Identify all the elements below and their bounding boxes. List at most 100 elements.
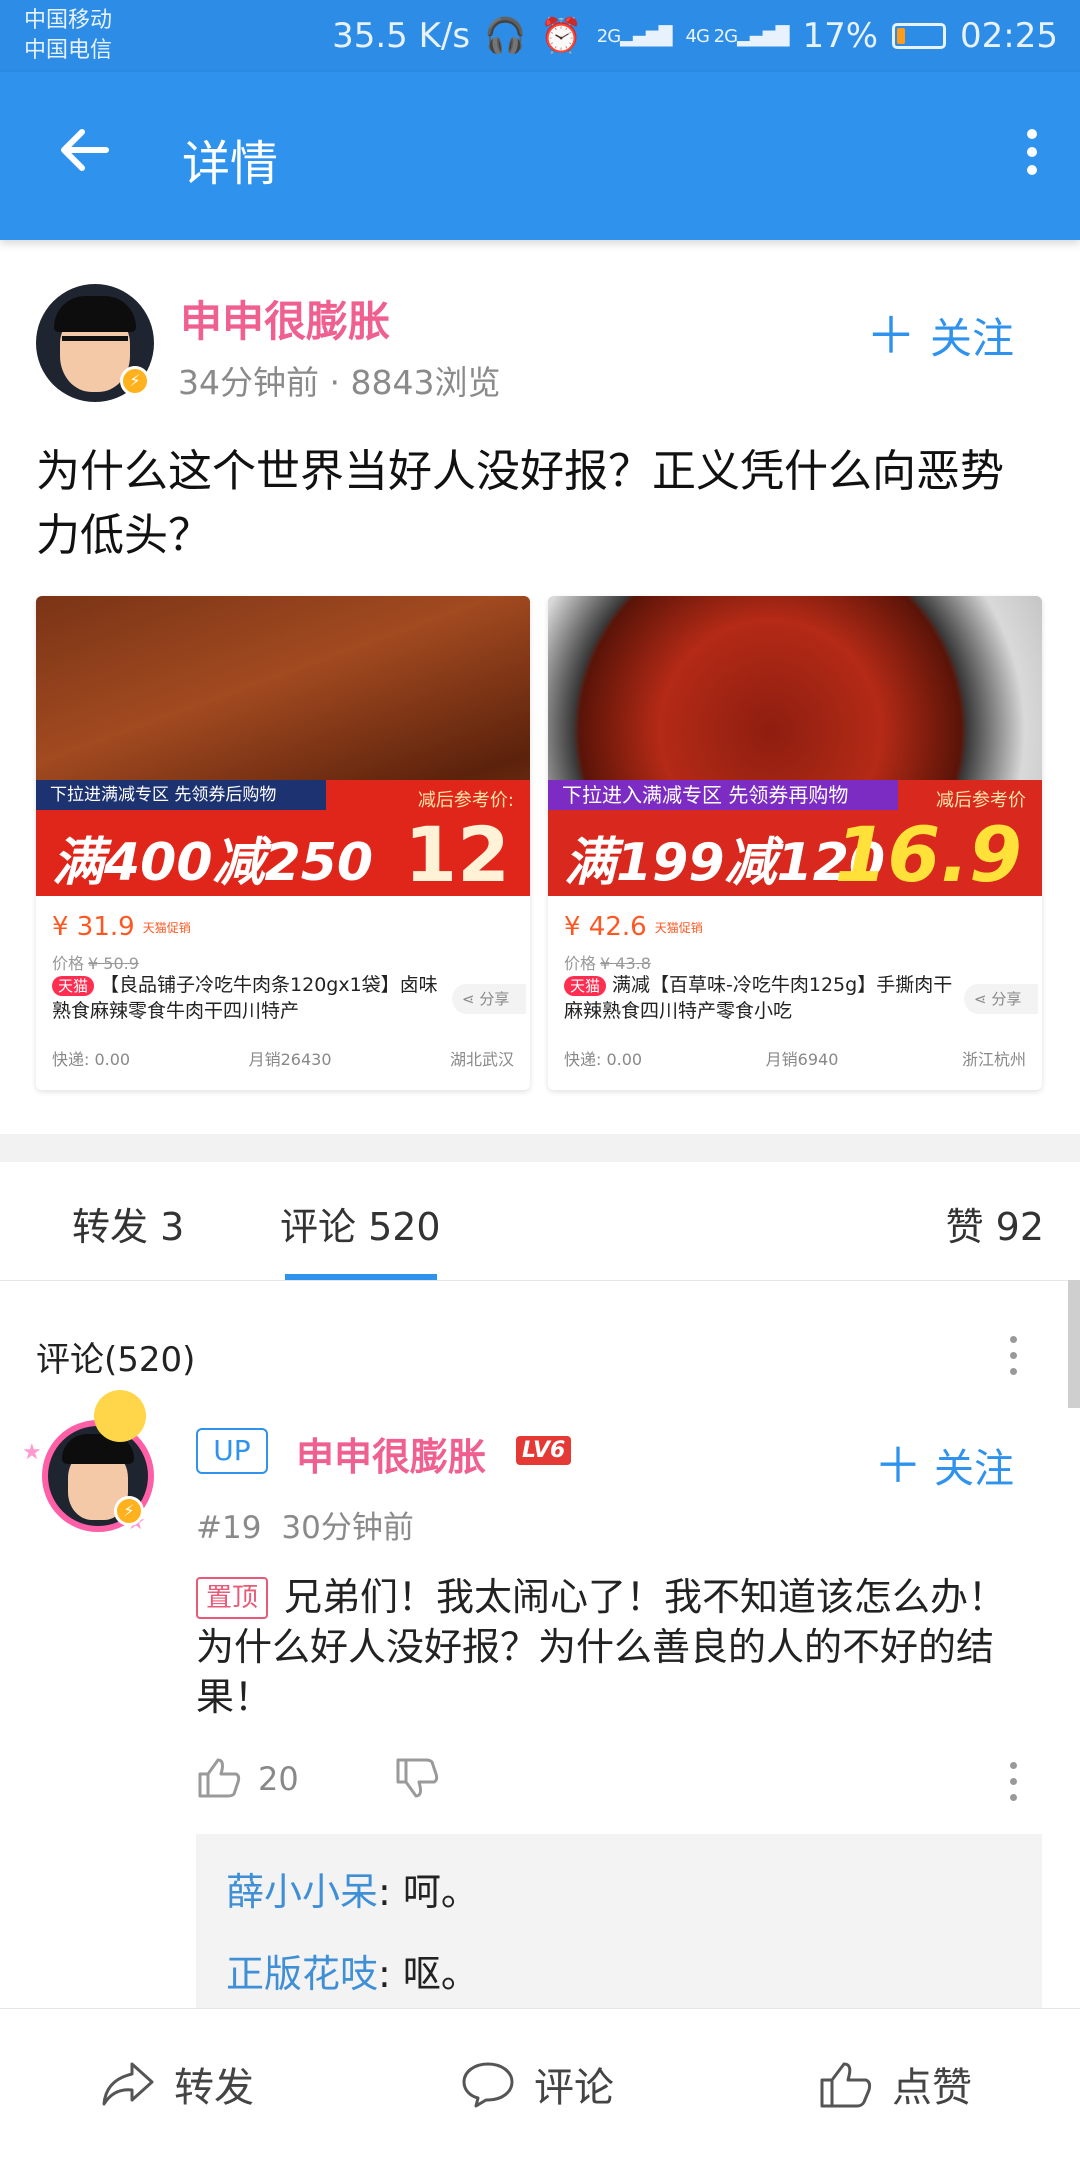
share-arrow-icon [102, 2062, 154, 2106]
post-author-name[interactable]: 申申很膨胀 [180, 288, 390, 349]
comment-meta: #19 30分钟前 [196, 1502, 414, 1547]
scrollbar[interactable] [1068, 1280, 1080, 1408]
lightning-badge-icon: ⚡ [120, 366, 150, 396]
post-title: 为什么这个世界当好人没好报？正义凭什么向恶势力低头？ [36, 446, 1004, 561]
plus-icon: ＋ [865, 307, 916, 365]
comment-like-count: 20 [258, 1760, 299, 1798]
status-bar: 中国移动 中国电信 35.5 K/s 🎧 ⏰ 2G▂▄▆█ 4G 2G▂▄▆█ … [0, 0, 1080, 72]
share-button[interactable]: ⋖ 分享 [452, 984, 526, 1014]
product-description: 天猫 满减【百草味-冷吃牛肉125g】手撕肉干麻辣熟食四川特产零食小吃 [564, 974, 953, 1022]
tmall-tag: 天猫 [564, 976, 607, 996]
promo-headline: 满400减250 [52, 833, 374, 893]
commenter-avatar[interactable]: ★ ★ ⚡ [14, 1390, 164, 1540]
product-image: 下拉进入满减专区 先领券再购物 满199减120 减后参考价 16.9 [548, 596, 1042, 899]
network-speed: 35.5 K/s [332, 16, 471, 56]
product-footer: 快递: 0.00 月销6940 浙江杭州 [564, 1046, 1026, 1070]
level-badge: LV6 [516, 1436, 572, 1465]
app-bar: 详情 [0, 72, 1080, 240]
battery-percent: 17% [802, 16, 879, 56]
reply-item[interactable]: 薛小小呆: 呵。 [226, 1866, 1012, 1918]
comment-follow-button[interactable]: ＋ 关注 [874, 1426, 1014, 1496]
thumb-down-icon[interactable] [394, 1758, 440, 1800]
reply-text: : 呕。 [378, 1952, 479, 1996]
monthly-sales: 月销26430 [248, 1050, 332, 1069]
speech-bubble-icon [462, 2062, 514, 2108]
promo-banner: 下拉进满减专区 先领券后购物 满400减250 减后参考价: 12 [36, 780, 530, 899]
promo-subtitle: 下拉进满减专区 先领券后购物 [36, 780, 326, 810]
pinned-tag: 置顶 [196, 1577, 269, 1619]
tab-comment[interactable]: 评论 520 [280, 1196, 441, 1251]
comments-more-icon[interactable] [1008, 1336, 1018, 1376]
up-tag: UP [196, 1428, 268, 1474]
signal-icon-2: 4G 2G▂▄▆█ [685, 25, 790, 47]
post-meta: 34分钟前 · 8843浏览 [178, 363, 501, 402]
forward-button[interactable]: 转发 [100, 2055, 254, 2113]
tab-forward[interactable]: 转发 3 [72, 1196, 184, 1251]
shipping-fee: 快递: 0.00 [52, 1050, 131, 1069]
product-image: 下拉进满减专区 先领券后购物 满400减250 减后参考价: 12 [36, 596, 530, 899]
comment-body: 置顶 兄弟们！我太闹心了！我不知道该怎么办！为什么好人没好报？为什么善良的人的不好… [196, 1572, 1042, 1722]
star-icon: ★ [22, 1440, 42, 1465]
like-label: 点赞 [892, 2065, 972, 2111]
product-description: 天猫 【良品铺子冷吃牛肉条120gx1袋】卤味熟食麻辣零食牛肉干四川特产 [52, 974, 438, 1022]
headphone-icon: 🎧 [484, 16, 527, 56]
comment-more-icon[interactable] [1008, 1762, 1018, 1802]
promo-subtitle: 下拉进入满减专区 先领券再购物 [548, 780, 898, 810]
comments-header: 评论(520) [36, 1340, 196, 1380]
share-button[interactable]: ⋖ 分享 [964, 984, 1038, 1014]
carrier-info: 中国移动 中国电信 [24, 6, 112, 66]
carrier-1: 中国移动 [24, 8, 113, 33]
follow-label: 关注 [934, 1446, 1014, 1492]
comment-text: 兄弟们！我太闹心了！我不知道该怎么办！为什么好人没好报？为什么善良的人的不好的结… [196, 1575, 1007, 1719]
promo-price: 12 [404, 810, 510, 899]
thumb-up-icon [820, 2062, 872, 2108]
product-price: ¥ 31.9 天猫促销 [52, 912, 191, 942]
comment-floor: #19 [196, 1510, 262, 1546]
thumb-up-icon[interactable] [196, 1756, 242, 1798]
follow-label: 关注 [929, 314, 1014, 363]
follow-button[interactable]: ＋ 关注 [866, 296, 1014, 368]
promo-price: 16.9 [834, 810, 1022, 899]
comment-label: 评论 [534, 2065, 614, 2111]
forward-label: 转发 [174, 2065, 254, 2111]
status-indicators: 35.5 K/s 🎧 ⏰ 2G▂▄▆█ 4G 2G▂▄▆█ 17% 02:25 [332, 16, 1058, 56]
comment-time: 30分钟前 [281, 1510, 414, 1546]
reply-author[interactable]: 正版花吱 [226, 1952, 378, 1996]
promo-banner: 下拉进入满减专区 先领券再购物 满199减120 减后参考价 16.9 [548, 780, 1042, 899]
original-price: 价格 ¥ 50.9 [52, 954, 139, 973]
comment-button[interactable]: 评论 [460, 2055, 614, 2113]
battery-icon [892, 23, 947, 49]
reply-text: : 呵。 [378, 1870, 479, 1914]
shipping-fee: 快递: 0.00 [564, 1050, 643, 1069]
more-vertical-icon[interactable] [1024, 128, 1040, 176]
like-button[interactable]: 点赞 [818, 2055, 972, 2113]
bottom-action-bar: 转发 评论 点赞 [0, 2008, 1080, 2160]
reply-author[interactable]: 薛小小呆 [226, 1870, 378, 1914]
commenter-name[interactable]: 申申很膨胀 [296, 1426, 486, 1481]
back-arrow-icon[interactable] [56, 122, 112, 178]
promo-ref-label: 减后参考价 [936, 790, 1026, 811]
carrier-2: 中国电信 [24, 38, 113, 63]
product-card-1[interactable]: 下拉进满减专区 先领券后购物 满400减250 减后参考价: 12 ¥ 31.9… [36, 596, 530, 1090]
tab-like[interactable]: 赞 92 [946, 1196, 1044, 1251]
monthly-sales: 月销6940 [765, 1050, 839, 1069]
lightning-badge-icon: ⚡ [114, 1496, 144, 1526]
original-price: 价格 ¥ 43.8 [564, 954, 651, 973]
seller-location: 浙江杭州 [961, 1050, 1026, 1069]
seller-location: 湖北武汉 [449, 1050, 514, 1069]
promo-ref-label: 减后参考价: [417, 790, 514, 811]
plus-icon: ＋ [873, 1438, 922, 1494]
product-footer: 快递: 0.00 月销26430 湖北武汉 [52, 1046, 514, 1070]
tmall-tag: 天猫 [52, 976, 95, 996]
product-card-2[interactable]: 下拉进入满减专区 先领券再购物 满199减120 减后参考价 16.9 ¥ 42… [548, 596, 1042, 1090]
product-price: ¥ 42.6 天猫促销 [564, 912, 703, 942]
reply-list: 薛小小呆: 呵。 正版花吱: 呕。 [196, 1834, 1042, 2014]
signal-icon-1: 2G▂▄▆█ [596, 25, 673, 47]
section-divider [0, 1134, 1080, 1162]
reply-item[interactable]: 正版花吱: 呕。 [226, 1948, 1012, 2000]
page-title: 详情 [182, 136, 279, 192]
avatar-pendant-icon [94, 1390, 146, 1442]
alarm-icon: ⏰ [540, 16, 583, 56]
clock: 02:25 [960, 16, 1058, 56]
tab-divider [0, 1280, 1080, 1281]
